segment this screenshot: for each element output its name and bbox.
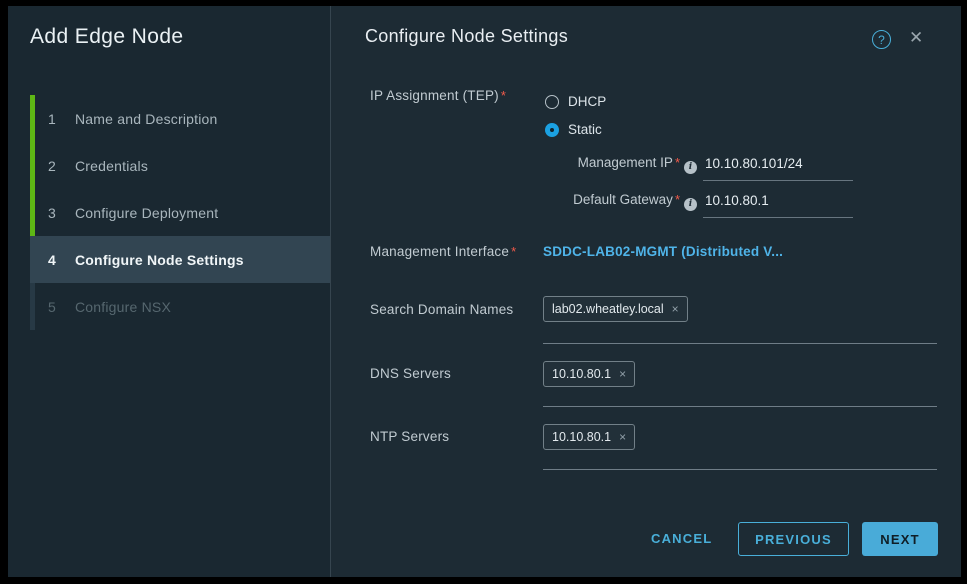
step-number: 2	[48, 158, 64, 174]
radio-selected-icon	[545, 123, 559, 137]
panel-heading: Configure Node Settings	[365, 26, 568, 47]
dns-server-chip: 10.10.80.1 ×	[543, 361, 635, 387]
chip-text: lab02.wheatley.local	[552, 302, 664, 316]
step-name-and-description[interactable]: 1 Name and Description	[30, 95, 330, 142]
ntp-servers-input-underline[interactable]	[543, 469, 937, 470]
required-asterisk: *	[675, 155, 680, 170]
step-number: 1	[48, 111, 64, 127]
management-interface-link[interactable]: SDDC-LAB02-MGMT (Distributed V...	[543, 244, 783, 259]
step-number: 3	[48, 205, 64, 221]
dns-servers-label: DNS Servers	[370, 366, 451, 381]
default-gateway-input[interactable]	[703, 193, 853, 218]
search-domain-names-label: Search Domain Names	[370, 302, 513, 317]
configure-node-settings-panel: Configure Node Settings ? ✕ IP Assignmen…	[331, 6, 961, 577]
default-gateway-label: Default Gateway* i	[331, 192, 697, 211]
chip-remove-icon[interactable]: ×	[619, 367, 626, 381]
static-radio[interactable]: Static	[545, 122, 602, 137]
radio-label: Static	[568, 122, 602, 137]
step-configure-node-settings[interactable]: 4 Configure Node Settings	[30, 236, 330, 283]
dns-servers-input-underline[interactable]	[543, 406, 937, 407]
required-asterisk: *	[511, 244, 516, 259]
step-progress-bar	[30, 95, 35, 142]
radio-circle-icon	[545, 95, 559, 109]
previous-button[interactable]: PREVIOUS	[738, 522, 849, 556]
management-ip-input[interactable]	[703, 156, 853, 181]
info-icon[interactable]: i	[684, 161, 697, 174]
step-label: Configure Node Settings	[75, 252, 244, 268]
chip-remove-icon[interactable]: ×	[672, 302, 679, 316]
cancel-button[interactable]: CANCEL	[651, 531, 712, 546]
info-icon[interactable]: i	[684, 198, 697, 211]
label-text: Management IP	[578, 155, 673, 170]
step-configure-deployment[interactable]: 3 Configure Deployment	[30, 189, 330, 236]
wizard-sidebar: Add Edge Node 1 Name and Description 2 C…	[8, 6, 330, 577]
management-interface-label: Management Interface*	[370, 244, 516, 259]
close-icon[interactable]: ✕	[909, 28, 923, 48]
chip-text: 10.10.80.1	[552, 367, 611, 381]
step-configure-nsx: 5 Configure NSX	[30, 283, 330, 330]
radio-label: DHCP	[568, 94, 606, 109]
search-domain-chip: lab02.wheatley.local ×	[543, 296, 688, 322]
chip-remove-icon[interactable]: ×	[619, 430, 626, 444]
ntp-server-chip: 10.10.80.1 ×	[543, 424, 635, 450]
wizard-steps: 1 Name and Description 2 Credentials 3 C…	[8, 95, 330, 330]
label-text: IP Assignment (TEP)	[370, 88, 499, 103]
label-text: Default Gateway	[573, 192, 673, 207]
help-icon[interactable]: ?	[872, 30, 891, 49]
ip-assignment-label: IP Assignment (TEP)*	[370, 88, 506, 103]
step-credentials[interactable]: 2 Credentials	[30, 142, 330, 189]
step-progress-bar	[30, 283, 35, 330]
step-label: Name and Description	[75, 111, 218, 127]
step-number: 5	[48, 299, 64, 315]
management-ip-label: Management IP* i	[331, 155, 697, 174]
label-text: Management Interface	[370, 244, 509, 259]
ntp-servers-label: NTP Servers	[370, 429, 449, 444]
search-domain-input-underline[interactable]	[543, 343, 937, 344]
add-edge-node-dialog: Add Edge Node 1 Name and Description 2 C…	[8, 6, 961, 577]
chip-text: 10.10.80.1	[552, 430, 611, 444]
wizard-title: Add Edge Node	[30, 25, 183, 49]
required-asterisk: *	[675, 192, 680, 207]
step-label: Configure NSX	[75, 299, 171, 315]
step-label: Credentials	[75, 158, 148, 174]
step-label: Configure Deployment	[75, 205, 218, 221]
step-number: 4	[48, 252, 64, 268]
next-button[interactable]: NEXT	[862, 522, 938, 556]
step-progress-bar	[30, 142, 35, 189]
dhcp-radio[interactable]: DHCP	[545, 94, 606, 109]
required-asterisk: *	[501, 88, 506, 103]
step-progress-bar	[30, 236, 35, 283]
step-progress-bar	[30, 189, 35, 236]
